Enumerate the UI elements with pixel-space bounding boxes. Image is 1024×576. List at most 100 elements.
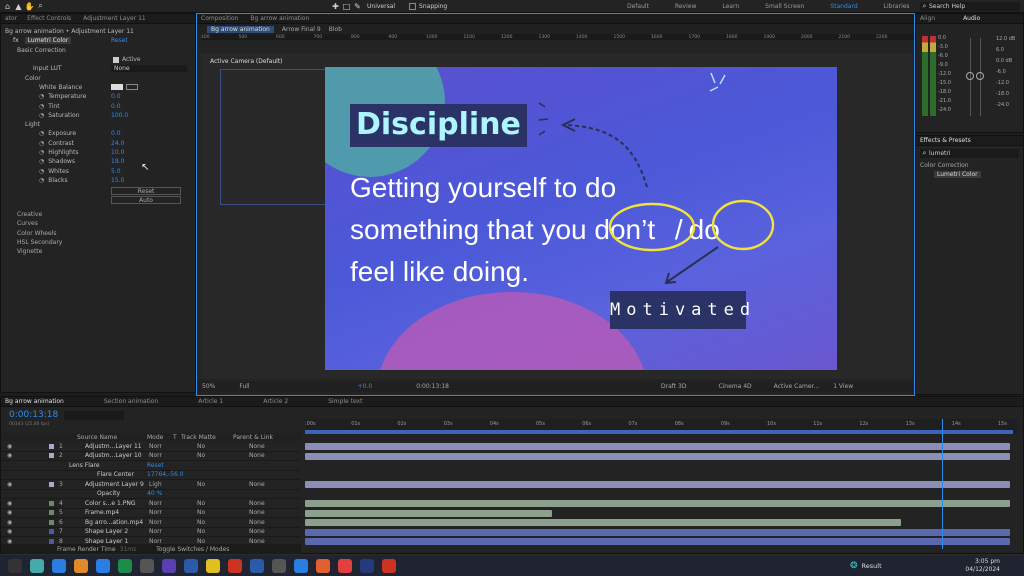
layer-mode[interactable]: Norr (149, 528, 162, 535)
resolution-dropdown[interactable]: Full (239, 383, 249, 390)
clock-time[interactable]: 3:05 pm (960, 558, 1000, 566)
layer-row[interactable]: Lens Flare Reset (1, 461, 301, 471)
label-color[interactable] (49, 500, 54, 506)
layer-name[interactable]: Adjustment Layer 9 (85, 481, 144, 488)
stopwatch-icon[interactable]: ◔ (39, 103, 44, 110)
prop-value[interactable]: 10.0 (111, 149, 124, 156)
label-color[interactable] (49, 481, 54, 487)
layer-row[interactable]: ◉ 2 Adjustm...Layer 10 Norr No None (1, 452, 301, 461)
zoom-tool-icon[interactable]: ⌕ (35, 1, 46, 11)
prop-value[interactable]: 0.0 (111, 103, 121, 110)
layer-matte[interactable]: No (197, 500, 205, 507)
reset-link[interactable]: Reset (147, 462, 164, 469)
workspace-default[interactable]: Default (627, 3, 649, 10)
stopwatch-icon[interactable]: ◔ (39, 158, 44, 165)
eye-icon[interactable]: ◉ (7, 509, 12, 516)
align-tab[interactable]: Align (920, 15, 935, 22)
layer-row[interactable]: Opacity 40 % (1, 490, 301, 499)
layer-name[interactable]: Lens Flare (69, 462, 100, 469)
premiere-icon[interactable] (250, 558, 264, 573)
section-curves[interactable]: Curves (5, 219, 191, 228)
layer-matte[interactable]: No (197, 481, 205, 488)
section-vignette[interactable]: Vignette (5, 247, 191, 256)
effect-name[interactable]: Lumetri Color (24, 37, 72, 45)
reset-link[interactable]: Reset (111, 37, 128, 44)
effect-controls-tab[interactable]: Effect Controls Adjustment Layer 11 (27, 15, 156, 22)
section-creative[interactable]: Creative (5, 210, 191, 219)
effects-presets-tab[interactable]: Effects & Presets (920, 137, 971, 144)
volume-slider-left[interactable] (966, 72, 974, 80)
prop-value[interactable]: 15.0 (111, 177, 124, 184)
prop-value[interactable]: 5.0 (111, 168, 121, 175)
view-layout-dropdown[interactable]: 1 View (833, 383, 853, 390)
after-effects-icon[interactable] (360, 558, 374, 573)
label-color[interactable] (49, 529, 54, 535)
layer-name[interactable]: Color s...e 1.PNG (85, 500, 136, 507)
search-icon[interactable] (8, 558, 22, 573)
section-hsl-secondary[interactable]: HSL Secondary (5, 238, 191, 247)
prop-value[interactable]: 0.0 (111, 130, 121, 137)
layer-bar[interactable] (305, 452, 1010, 460)
search-help-input[interactable]: Search Help (929, 3, 965, 10)
layer-row[interactable]: ◉ 4 Color s...e 1.PNG Norr No None (1, 499, 301, 509)
layer-bar[interactable] (305, 443, 1010, 450)
copilot-icon[interactable] (52, 558, 66, 573)
exposure-value[interactable]: +0.0 (358, 383, 373, 390)
playhead[interactable] (942, 419, 943, 549)
vlc-icon[interactable] (206, 558, 220, 573)
project-tab[interactable]: ator (5, 15, 17, 22)
layer-bar[interactable] (305, 528, 1010, 536)
flow-item-bg-arrow[interactable]: Bg arrow animation (207, 25, 274, 33)
eye-icon[interactable]: ◉ (7, 528, 12, 535)
renderer-dropdown[interactable]: Cinema 4D (718, 383, 751, 390)
xbox-icon[interactable] (118, 558, 132, 573)
layer-name[interactable]: Opacity (97, 490, 120, 497)
encoder-icon[interactable] (162, 558, 176, 573)
stopwatch-icon[interactable]: ◔ (39, 149, 44, 156)
rect-tool-icon[interactable]: □ (341, 2, 352, 11)
photos-icon[interactable] (338, 558, 352, 573)
layer-mode[interactable]: Norr (149, 509, 162, 516)
layer-name[interactable]: Frame.mp4 (85, 509, 119, 516)
label-color[interactable] (49, 519, 54, 525)
layer-parent[interactable]: None (249, 519, 265, 526)
timeline-search[interactable] (64, 410, 125, 420)
eye-icon[interactable]: ◉ (7, 519, 12, 526)
layer-matte[interactable]: No (197, 509, 205, 516)
basic-correction-section[interactable]: Basic Correction (17, 47, 66, 54)
label-color[interactable] (49, 510, 54, 516)
layer-parent[interactable]: None (249, 500, 265, 507)
viewer-timecode[interactable]: 0:00:13:18 (416, 383, 449, 390)
stopwatch-icon[interactable]: ◔ (39, 93, 44, 100)
time-ruler[interactable]: :00s 01s 02s 03s 04s 05s 06s 07s 08s 09s 10s 11s 12s… (305, 419, 1017, 435)
hand-tool-icon[interactable]: ✋ (24, 2, 35, 11)
workspace-review[interactable]: Review (675, 3, 696, 10)
explorer-icon[interactable] (74, 558, 88, 573)
volume-slider-right[interactable] (976, 72, 984, 80)
reset-button[interactable]: Reset (111, 187, 181, 196)
layer-bar[interactable] (305, 509, 552, 517)
move-tool-icon[interactable]: ✚ (330, 2, 341, 11)
composition-tab[interactable]: Composition Bg arrow animation (201, 15, 319, 22)
layer-bar[interactable] (305, 538, 1010, 545)
media-icon[interactable] (140, 558, 154, 573)
timeline-tab[interactable]: Article 2 (263, 398, 288, 405)
prop-value[interactable]: 100.0 (111, 112, 128, 119)
layer-parent[interactable]: None (249, 443, 265, 450)
stopwatch-icon[interactable]: ◔ (39, 168, 44, 175)
label-color[interactable] (49, 453, 54, 459)
edge-icon[interactable] (96, 558, 110, 573)
layer-matte[interactable]: No (197, 519, 205, 526)
eye-icon[interactable]: ◉ (7, 452, 12, 459)
word-icon[interactable] (272, 558, 286, 573)
white-balance-swatch[interactable] (111, 84, 123, 91)
acrobat-icon[interactable] (228, 558, 242, 573)
chrome-icon[interactable] (294, 558, 308, 573)
fx-toggle[interactable]: fx (13, 37, 19, 44)
layer-name[interactable]: Shape Layer 2 (85, 528, 128, 535)
timeline-tab[interactable]: Simple text (328, 398, 362, 405)
prop-value[interactable]: 0.0 (111, 93, 121, 100)
layer-bar[interactable] (305, 481, 1010, 488)
recorder-icon[interactable] (382, 558, 396, 573)
layer-name[interactable]: Adjustm...Layer 11 (85, 443, 142, 450)
